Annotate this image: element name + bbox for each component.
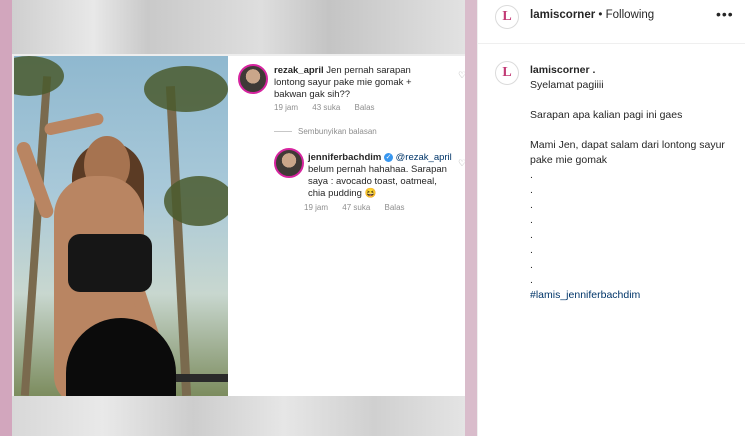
post-side-panel: L lamiscorner • Following ••• L lamiscor… bbox=[477, 0, 745, 436]
following-button[interactable]: Following bbox=[606, 9, 655, 21]
reply-mention: @rezak_april bbox=[395, 152, 452, 163]
comment-time: 19 jam bbox=[274, 103, 299, 112]
caption-line: Sarapan apa kalian pagi ini gaes bbox=[530, 109, 683, 121]
caption-line: . bbox=[530, 259, 533, 271]
reply-username: jenniferbachdim bbox=[308, 152, 382, 163]
comment-username: rezak_april bbox=[274, 65, 324, 76]
black-top bbox=[68, 234, 152, 292]
caption-line: . bbox=[530, 214, 533, 226]
header-user-line: lamiscorner • Following bbox=[530, 9, 654, 21]
caption-line bbox=[530, 93, 740, 108]
post-photo bbox=[14, 56, 228, 396]
person-arm bbox=[43, 111, 105, 137]
header-separator: • bbox=[595, 9, 606, 21]
post-caption: lamiscorner . Syelamat pagiiii Sarapan a… bbox=[530, 63, 740, 303]
caption-username[interactable]: lamiscorner . bbox=[530, 63, 740, 78]
caption-avatar[interactable]: L bbox=[495, 61, 519, 85]
account-avatar[interactable]: L bbox=[495, 5, 519, 29]
caption-line: Syelamat pagiiii bbox=[530, 79, 604, 91]
caption-line: . bbox=[530, 244, 533, 256]
blurred-top-region bbox=[12, 0, 465, 54]
reply-text: belum pernah hahahaa. Sarapan saya : avo… bbox=[308, 164, 447, 199]
blurred-bottom-region bbox=[12, 396, 465, 436]
comments-screenshot: rezak_april Jen pernah sarapan lontong s… bbox=[228, 56, 465, 396]
caption-line: Mami Jen, dapat salam dari lontong sayur… bbox=[530, 139, 725, 166]
background-gap bbox=[465, 0, 477, 436]
reply-time: 19 jam bbox=[304, 203, 329, 212]
post-header: L lamiscorner • Following ••• bbox=[478, 0, 745, 44]
reply-meta: 19 jam 47 suka Balas bbox=[304, 203, 417, 212]
comment-meta: 19 jam 43 suka Balas bbox=[274, 103, 387, 112]
caption-line: . bbox=[530, 274, 533, 286]
reply-reply: Balas bbox=[384, 203, 405, 212]
palm-leaves bbox=[164, 176, 228, 226]
more-options-icon[interactable]: ••• bbox=[716, 6, 734, 22]
background-strip bbox=[0, 0, 12, 436]
palm-leaves bbox=[14, 56, 64, 96]
caption-line: . bbox=[530, 169, 533, 181]
hide-replies: Sembunyikan balasan bbox=[274, 127, 377, 136]
like-heart-icon: ♡ bbox=[458, 158, 465, 168]
palm-leaves bbox=[144, 66, 228, 112]
verified-badge-icon: ✓ bbox=[384, 152, 394, 162]
caption-line: . bbox=[530, 229, 533, 241]
reply-likes: 47 suka bbox=[342, 203, 371, 212]
comment-likes: 43 suka bbox=[312, 103, 341, 112]
caption-line bbox=[530, 123, 740, 138]
comment-body: rezak_april Jen pernah sarapan lontong s… bbox=[274, 65, 444, 101]
caption-line: . bbox=[530, 199, 533, 211]
reply-avatar bbox=[274, 148, 304, 178]
reply-body: jenniferbachdim ✓ @rezak_april belum per… bbox=[308, 152, 453, 200]
header-username[interactable]: lamiscorner bbox=[530, 9, 595, 21]
like-heart-icon: ♡ bbox=[458, 70, 465, 80]
post-media[interactable]: rezak_april Jen pernah sarapan lontong s… bbox=[12, 0, 465, 436]
caption-hashtag[interactable]: #lamis_jenniferbachdim bbox=[530, 288, 740, 303]
caption-line: . bbox=[530, 184, 533, 196]
commenter-avatar bbox=[238, 64, 268, 94]
comment-reply: Balas bbox=[354, 103, 375, 112]
